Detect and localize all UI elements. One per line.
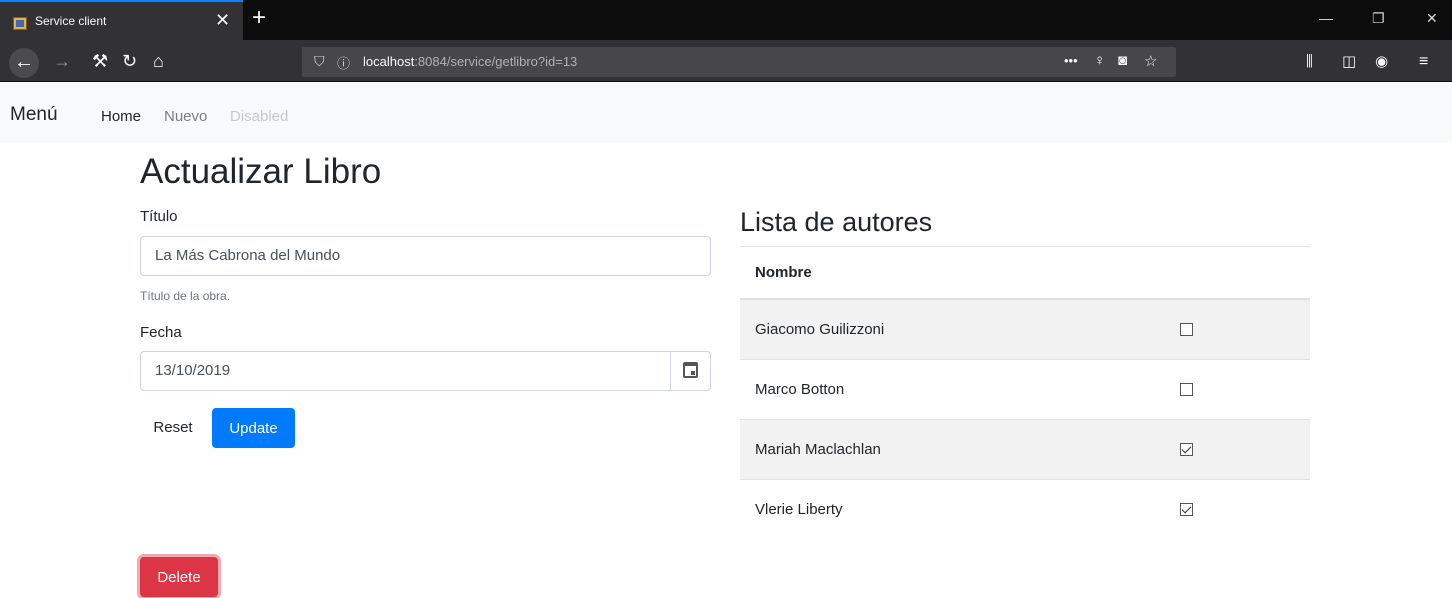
navbar-brand[interactable]: Menú bbox=[10, 104, 58, 126]
home-icon[interactable]: ⌂ bbox=[153, 50, 164, 72]
tab-close-icon[interactable]: ✕ bbox=[215, 10, 230, 30]
menu-icon[interactable]: ≡ bbox=[1419, 51, 1428, 73]
table-row: Giacomo Guilizzoni bbox=[740, 298, 1310, 359]
author-checkbox[interactable] bbox=[1180, 383, 1193, 397]
window-close-icon[interactable]: ✕ bbox=[1426, 10, 1438, 27]
author-name: Giacomo Guilizzoni bbox=[740, 298, 1180, 359]
titulo-help-text: Título de la obra. bbox=[140, 289, 231, 303]
reset-button[interactable]: Reset bbox=[140, 408, 206, 448]
nav-link-nuevo[interactable]: Nuevo bbox=[164, 108, 207, 125]
authors-title: Lista de autores bbox=[740, 207, 933, 237]
new-tab-button[interactable]: + bbox=[252, 5, 266, 31]
shield-icon[interactable]: ⛉ bbox=[314, 53, 325, 70]
back-arrow-icon[interactable]: ← bbox=[9, 48, 39, 78]
calendar-icon bbox=[683, 362, 698, 378]
author-checkbox[interactable] bbox=[1180, 443, 1193, 457]
nav-link-home[interactable]: Home bbox=[101, 108, 141, 125]
author-name: Vlerie Liberty bbox=[740, 478, 1180, 539]
tab-strip: Service client ✕ + — ❐ ✕ bbox=[0, 0, 1452, 40]
column-header-select bbox=[1180, 247, 1310, 300]
titulo-label: Título bbox=[140, 208, 178, 225]
restore-icon[interactable]: ❐ bbox=[1372, 10, 1385, 27]
titulo-input[interactable]: La Más Cabrona del Mundo bbox=[140, 236, 711, 276]
wrench-icon[interactable]: ⚒ bbox=[92, 50, 108, 72]
fecha-input[interactable]: 13/10/2019 bbox=[140, 351, 711, 391]
library-icon[interactable]: ⫼ bbox=[1306, 51, 1313, 73]
tab-title: Service client bbox=[35, 14, 107, 28]
fecha-label: Fecha bbox=[140, 324, 182, 341]
authors-table: Nombre Giacomo Guilizzoni Marco Botton M… bbox=[740, 247, 1310, 539]
update-button[interactable]: Update bbox=[212, 408, 295, 448]
bookmark-star-icon[interactable]: ☆ bbox=[1144, 52, 1157, 70]
table-header-row: Nombre bbox=[740, 247, 1310, 300]
browser-tab[interactable]: Service client ✕ bbox=[0, 0, 243, 40]
reload-icon[interactable]: ↻ bbox=[122, 50, 137, 72]
table-row: Vlerie Liberty bbox=[740, 478, 1310, 539]
info-icon[interactable]: ⓘ bbox=[337, 53, 350, 72]
url-bar[interactable]: ⛉ ⓘ localhost:8084/service/getlibro?id=1… bbox=[302, 47, 1176, 77]
account-icon[interactable]: ◉ bbox=[1375, 51, 1388, 73]
forward-arrow-icon[interactable]: → bbox=[53, 50, 71, 72]
lightbulb-icon[interactable]: ♀ bbox=[1094, 52, 1105, 69]
table-row: Mariah Maclachlan bbox=[740, 418, 1310, 479]
author-checkbox[interactable] bbox=[1180, 323, 1193, 337]
column-header-nombre: Nombre bbox=[740, 247, 1180, 300]
sidebar-icon[interactable]: ◫ bbox=[1342, 51, 1356, 73]
minimize-icon[interactable]: — bbox=[1319, 10, 1333, 26]
page-title: Actualizar Libro bbox=[140, 152, 382, 191]
favicon-icon bbox=[13, 17, 27, 30]
table-row: Marco Botton bbox=[740, 358, 1310, 419]
site-navbar bbox=[0, 83, 1452, 143]
pocket-icon[interactable]: ◙ bbox=[1118, 52, 1127, 69]
author-name: Marco Botton bbox=[740, 358, 1180, 419]
url-text[interactable]: localhost:8084/service/getlibro?id=13 bbox=[363, 54, 577, 69]
page-actions-icon[interactable]: ••• bbox=[1064, 53, 1078, 68]
author-name: Mariah Maclachlan bbox=[740, 418, 1180, 479]
calendar-button[interactable] bbox=[670, 352, 710, 390]
nav-link-disabled: Disabled bbox=[230, 108, 289, 125]
author-checkbox[interactable] bbox=[1180, 503, 1193, 517]
delete-button[interactable]: Delete bbox=[140, 557, 218, 597]
